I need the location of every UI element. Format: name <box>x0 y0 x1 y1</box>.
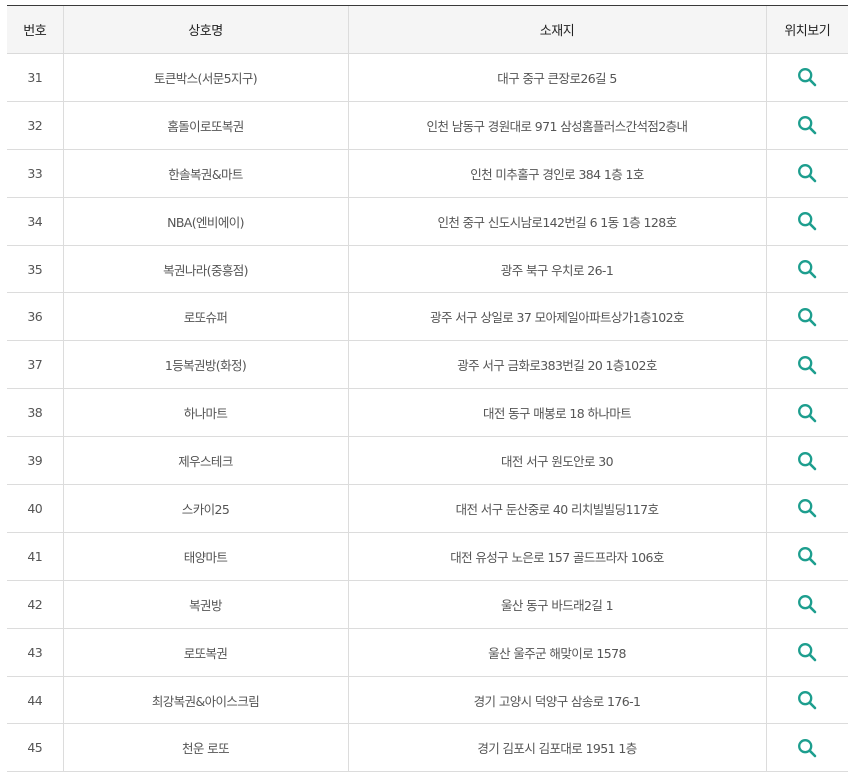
table-row: 34 NBA(엔비에이) 인천 중구 신도시남로142번길 6 1동 1층 12… <box>7 197 848 246</box>
table-row: 36 로또슈퍼 광주 서구 상일로 37 모아제일아파트상가1층102호 <box>7 292 848 342</box>
row-number: 33 <box>7 149 63 198</box>
row-store-name: 천운 로또 <box>62 723 348 773</box>
row-store-name: 복권방 <box>62 580 348 629</box>
table-row: 42 복권방 울산 동구 바드래2길 1 <box>7 580 848 629</box>
search-icon[interactable] <box>797 546 817 566</box>
row-address: 울산 동구 바드래2길 1 <box>347 580 766 629</box>
row-location-cell <box>765 388 848 438</box>
table-row: 45 천운 로또 경기 김포시 김포대로 1951 1층 <box>7 723 848 773</box>
search-icon[interactable] <box>797 307 817 327</box>
table-row: 43 로또복권 울산 울주군 해맞이로 1578 <box>7 628 848 677</box>
row-store-name: 로또슈퍼 <box>62 292 348 342</box>
table-row: 39 제우스테크 대전 서구 원도안로 30 <box>7 436 848 486</box>
row-store-name: 제우스테크 <box>62 436 348 486</box>
row-location-cell <box>765 245 848 294</box>
row-number: 34 <box>7 197 63 246</box>
row-number: 32 <box>7 101 63 150</box>
table-row: 32 홈돌이로또복권 인천 남동구 경원대로 971 삼성홈플러스간석점2층내 <box>7 101 848 150</box>
row-address: 대전 유성구 노은로 157 골드프라자 106호 <box>347 532 766 581</box>
table-row: 31 토큰박스(서문5지구) 대구 중구 큰장로26길 5 <box>7 53 848 102</box>
row-address: 경기 김포시 김포대로 1951 1층 <box>347 723 766 773</box>
row-location-cell <box>765 340 848 390</box>
row-location-cell <box>765 484 848 533</box>
row-location-cell <box>765 292 848 342</box>
search-icon[interactable] <box>797 451 817 471</box>
search-icon[interactable] <box>797 642 817 662</box>
search-icon[interactable] <box>797 403 817 423</box>
search-icon[interactable] <box>797 259 817 279</box>
row-store-name: NBA(엔비에이) <box>62 197 348 246</box>
row-location-cell <box>765 149 848 198</box>
search-icon[interactable] <box>797 163 817 183</box>
table-row: 38 하나마트 대전 동구 매봉로 18 하나마트 <box>7 388 848 438</box>
header-location: 위치보기 <box>765 5 848 54</box>
row-address: 광주 서구 금화로383번길 20 1층102호 <box>347 340 766 390</box>
table-body: 31 토큰박스(서문5지구) 대구 중구 큰장로26길 5 32 홈돌이로또복권… <box>7 53 848 773</box>
header-address: 소재지 <box>347 5 766 54</box>
row-number: 31 <box>7 53 63 102</box>
search-icon[interactable] <box>797 115 817 135</box>
table-row: 35 복권나라(중흥점) 광주 북구 우치로 26-1 <box>7 245 848 294</box>
table-row: 44 최강복권&아이스크림 경기 고양시 덕양구 삼송로 176-1 <box>7 676 848 725</box>
search-icon[interactable] <box>797 355 817 375</box>
row-number: 45 <box>7 723 63 773</box>
table-row: 37 1등복권방(화정) 광주 서구 금화로383번길 20 1층102호 <box>7 340 848 390</box>
row-address: 대구 중구 큰장로26길 5 <box>347 53 766 102</box>
search-icon[interactable] <box>797 594 817 614</box>
row-address: 광주 서구 상일로 37 모아제일아파트상가1층102호 <box>347 292 766 342</box>
row-address: 인천 미추홀구 경인로 384 1층 1호 <box>347 149 766 198</box>
row-store-name: 토큰박스(서문5지구) <box>62 53 348 102</box>
search-icon[interactable] <box>797 211 817 231</box>
row-location-cell <box>765 197 848 246</box>
row-store-name: 1등복권방(화정) <box>62 340 348 390</box>
row-address: 울산 울주군 해맞이로 1578 <box>347 628 766 677</box>
row-address: 대전 서구 원도안로 30 <box>347 436 766 486</box>
row-number: 35 <box>7 245 63 294</box>
row-address: 경기 고양시 덕양구 삼송로 176-1 <box>347 676 766 725</box>
row-address: 인천 중구 신도시남로142번길 6 1동 1층 128호 <box>347 197 766 246</box>
row-store-name: 로또복권 <box>62 628 348 677</box>
row-location-cell <box>765 723 848 773</box>
table-row: 41 태양마트 대전 유성구 노은로 157 골드프라자 106호 <box>7 532 848 581</box>
row-location-cell <box>765 101 848 150</box>
table-row: 40 스카이25 대전 서구 둔산중로 40 리치빌빌딩117호 <box>7 484 848 533</box>
store-table: 번호 상호명 소재지 위치보기 31 토큰박스(서문5지구) 대구 중구 큰장로… <box>7 5 848 773</box>
row-number: 43 <box>7 628 63 677</box>
header-name: 상호명 <box>62 5 348 54</box>
row-store-name: 스카이25 <box>62 484 348 533</box>
row-location-cell <box>765 628 848 677</box>
search-icon[interactable] <box>797 67 817 87</box>
row-store-name: 홈돌이로또복권 <box>62 101 348 150</box>
row-number: 42 <box>7 580 63 629</box>
row-number: 44 <box>7 676 63 725</box>
row-location-cell <box>765 580 848 629</box>
search-icon[interactable] <box>797 738 817 758</box>
store-list: 번호 상호명 소재지 위치보기 31 토큰박스(서문5지구) 대구 중구 큰장로… <box>7 5 848 773</box>
row-store-name: 복권나라(중흥점) <box>62 245 348 294</box>
row-store-name: 한솔복권&마트 <box>62 149 348 198</box>
row-number: 39 <box>7 436 63 486</box>
row-number: 36 <box>7 292 63 342</box>
row-number: 41 <box>7 532 63 581</box>
row-address: 대전 서구 둔산중로 40 리치빌빌딩117호 <box>347 484 766 533</box>
table-row: 33 한솔복권&마트 인천 미추홀구 경인로 384 1층 1호 <box>7 149 848 198</box>
table-header-row: 번호 상호명 소재지 위치보기 <box>7 5 848 54</box>
header-number: 번호 <box>7 5 63 54</box>
row-number: 37 <box>7 340 63 390</box>
row-address: 인천 남동구 경원대로 971 삼성홈플러스간석점2층내 <box>347 101 766 150</box>
row-number: 40 <box>7 484 63 533</box>
row-address: 광주 북구 우치로 26-1 <box>347 245 766 294</box>
row-store-name: 하나마트 <box>62 388 348 438</box>
row-location-cell <box>765 436 848 486</box>
search-icon[interactable] <box>797 690 817 710</box>
row-location-cell <box>765 676 848 725</box>
search-icon[interactable] <box>797 498 817 518</box>
row-number: 38 <box>7 388 63 438</box>
row-location-cell <box>765 532 848 581</box>
row-location-cell <box>765 53 848 102</box>
row-store-name: 최강복권&아이스크림 <box>62 676 348 725</box>
row-store-name: 태양마트 <box>62 532 348 581</box>
row-address: 대전 동구 매봉로 18 하나마트 <box>347 388 766 438</box>
